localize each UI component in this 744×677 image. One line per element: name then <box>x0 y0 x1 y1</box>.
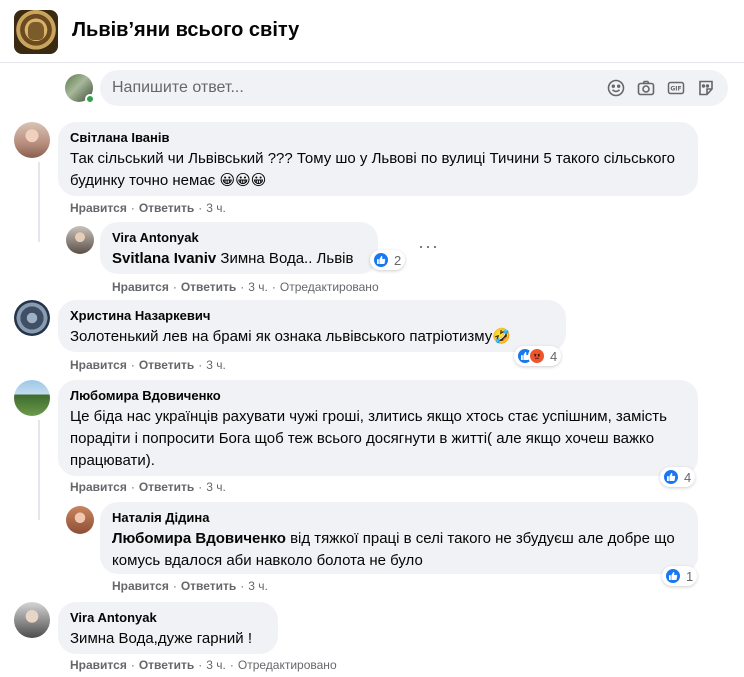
like-reaction-icon <box>372 251 390 269</box>
reaction-summary[interactable]: 4 <box>660 467 696 487</box>
comment-bubble: Любомира Вдовиченко Це біда нас українці… <box>58 380 698 476</box>
reaction-count: 2 <box>394 252 402 268</box>
comment-text: Так сільський чи Львівський ??? Тому шо … <box>70 150 675 189</box>
comment-author[interactable]: Світлана Іванів <box>70 130 686 146</box>
group-avatar[interactable] <box>14 10 58 54</box>
comment-author[interactable]: Vira Antonyak <box>70 610 266 626</box>
sticker-icon[interactable] <box>696 78 716 98</box>
reaction-summary[interactable]: 4 <box>514 346 562 366</box>
comment-actions: Нравится · Ответить · 3 ч. · Отредактировано <box>112 280 379 294</box>
like-button[interactable]: Нравится <box>70 358 127 372</box>
svg-text:GIF: GIF <box>670 86 681 93</box>
reaction-count: 4 <box>684 469 692 485</box>
like-button[interactable]: Нравится <box>70 201 127 215</box>
comment-author[interactable]: Христина Назаркевич <box>70 308 554 324</box>
emoji-icon[interactable] <box>606 78 626 98</box>
comment-bubble: Vira Antonyak Зимна Вода,дуже гарний ! <box>58 602 278 654</box>
avatar[interactable] <box>14 380 50 416</box>
gif-icon[interactable]: GIF <box>666 78 686 98</box>
like-button[interactable]: Нравится <box>70 480 127 494</box>
avatar[interactable] <box>66 226 94 254</box>
angry-reaction-icon <box>528 347 546 365</box>
like-button[interactable]: Нравится <box>112 280 169 294</box>
header-divider <box>0 62 744 63</box>
like-reaction-icon <box>664 567 682 585</box>
reply-button[interactable]: Ответить <box>181 579 236 593</box>
reply-button[interactable]: Ответить <box>139 358 194 372</box>
like-reaction-icon <box>662 468 680 486</box>
comment-time[interactable]: 3 ч. <box>206 658 226 672</box>
comment-time[interactable]: 3 ч. <box>248 280 268 294</box>
group-header: Львів’яни всього світу <box>0 0 744 62</box>
comment-text: Зимна Вода,дуже гарний ! <box>70 630 252 647</box>
avatar[interactable] <box>14 122 50 158</box>
reply-composer[interactable]: GIF <box>100 70 728 106</box>
like-button[interactable]: Нравится <box>112 579 169 593</box>
reply-input[interactable] <box>112 78 592 98</box>
reaction-count: 1 <box>686 568 694 584</box>
avatar[interactable] <box>14 300 50 336</box>
avatar[interactable] <box>14 602 50 638</box>
comment-author[interactable]: Наталія Дідина <box>112 510 686 526</box>
comment-bubble: Vira Antonyak Svitlana Ivaniv Зимна Вода… <box>100 222 378 274</box>
comment-bubble: Наталія Дідина Любомира Вдовиченко від т… <box>100 502 698 574</box>
comment-actions: Нравится · Ответить · 3 ч. <box>112 579 268 593</box>
comment-author[interactable]: Любомира Вдовиченко <box>70 388 686 404</box>
camera-icon[interactable] <box>636 78 656 98</box>
comment-bubble: Світлана Іванів Так сільський чи Львівсь… <box>58 122 698 196</box>
thread-line <box>38 162 40 242</box>
online-status-dot <box>85 94 95 104</box>
comment-time[interactable]: 3 ч. <box>206 480 226 494</box>
avatar[interactable] <box>66 506 94 534</box>
reply-button[interactable]: Ответить <box>139 201 194 215</box>
comment-bubble: Христина Назаркевич Золотенький лев на б… <box>58 300 566 352</box>
comment-time[interactable]: 3 ч. <box>206 358 226 372</box>
edited-label[interactable]: Отредактировано <box>238 658 337 672</box>
reaction-summary[interactable]: 2 <box>370 250 406 270</box>
comment-text: Зимна Вода.. Львів <box>220 250 354 267</box>
edited-label[interactable]: Отредактировано <box>280 280 379 294</box>
comment-actions: Нравится · Ответить · 3 ч. <box>70 358 226 372</box>
comment-time[interactable]: 3 ч. <box>248 579 268 593</box>
like-button[interactable]: Нравится <box>70 658 127 672</box>
mention-link[interactable]: Любомира Вдовиченко <box>112 530 286 547</box>
comment-author[interactable]: Vira Antonyak <box>112 230 366 246</box>
mention-link[interactable]: Svitlana Ivaniv <box>112 250 216 267</box>
group-title[interactable]: Львів’яни всього світу <box>72 19 299 42</box>
comment-actions: Нравится · Ответить · 3 ч. <box>70 480 226 494</box>
thread-line <box>38 420 40 520</box>
reply-button[interactable]: Ответить <box>181 280 236 294</box>
more-options-icon[interactable]: ··· <box>418 236 439 257</box>
comment-text: Золотенький лев на брамі як ознака львів… <box>70 328 511 345</box>
comment-text: Це біда нас українців рахувати чужі грош… <box>70 408 667 469</box>
comment-actions: Нравится · Ответить · 3 ч. <box>70 201 226 215</box>
comment-actions: Нравится · Ответить · 3 ч. · Отредактировано <box>70 658 337 672</box>
reply-button[interactable]: Ответить <box>139 480 194 494</box>
comment-time[interactable]: 3 ч. <box>206 201 226 215</box>
reaction-count: 4 <box>550 348 558 364</box>
reaction-summary[interactable]: 1 <box>662 566 698 586</box>
reply-button[interactable]: Ответить <box>139 658 194 672</box>
